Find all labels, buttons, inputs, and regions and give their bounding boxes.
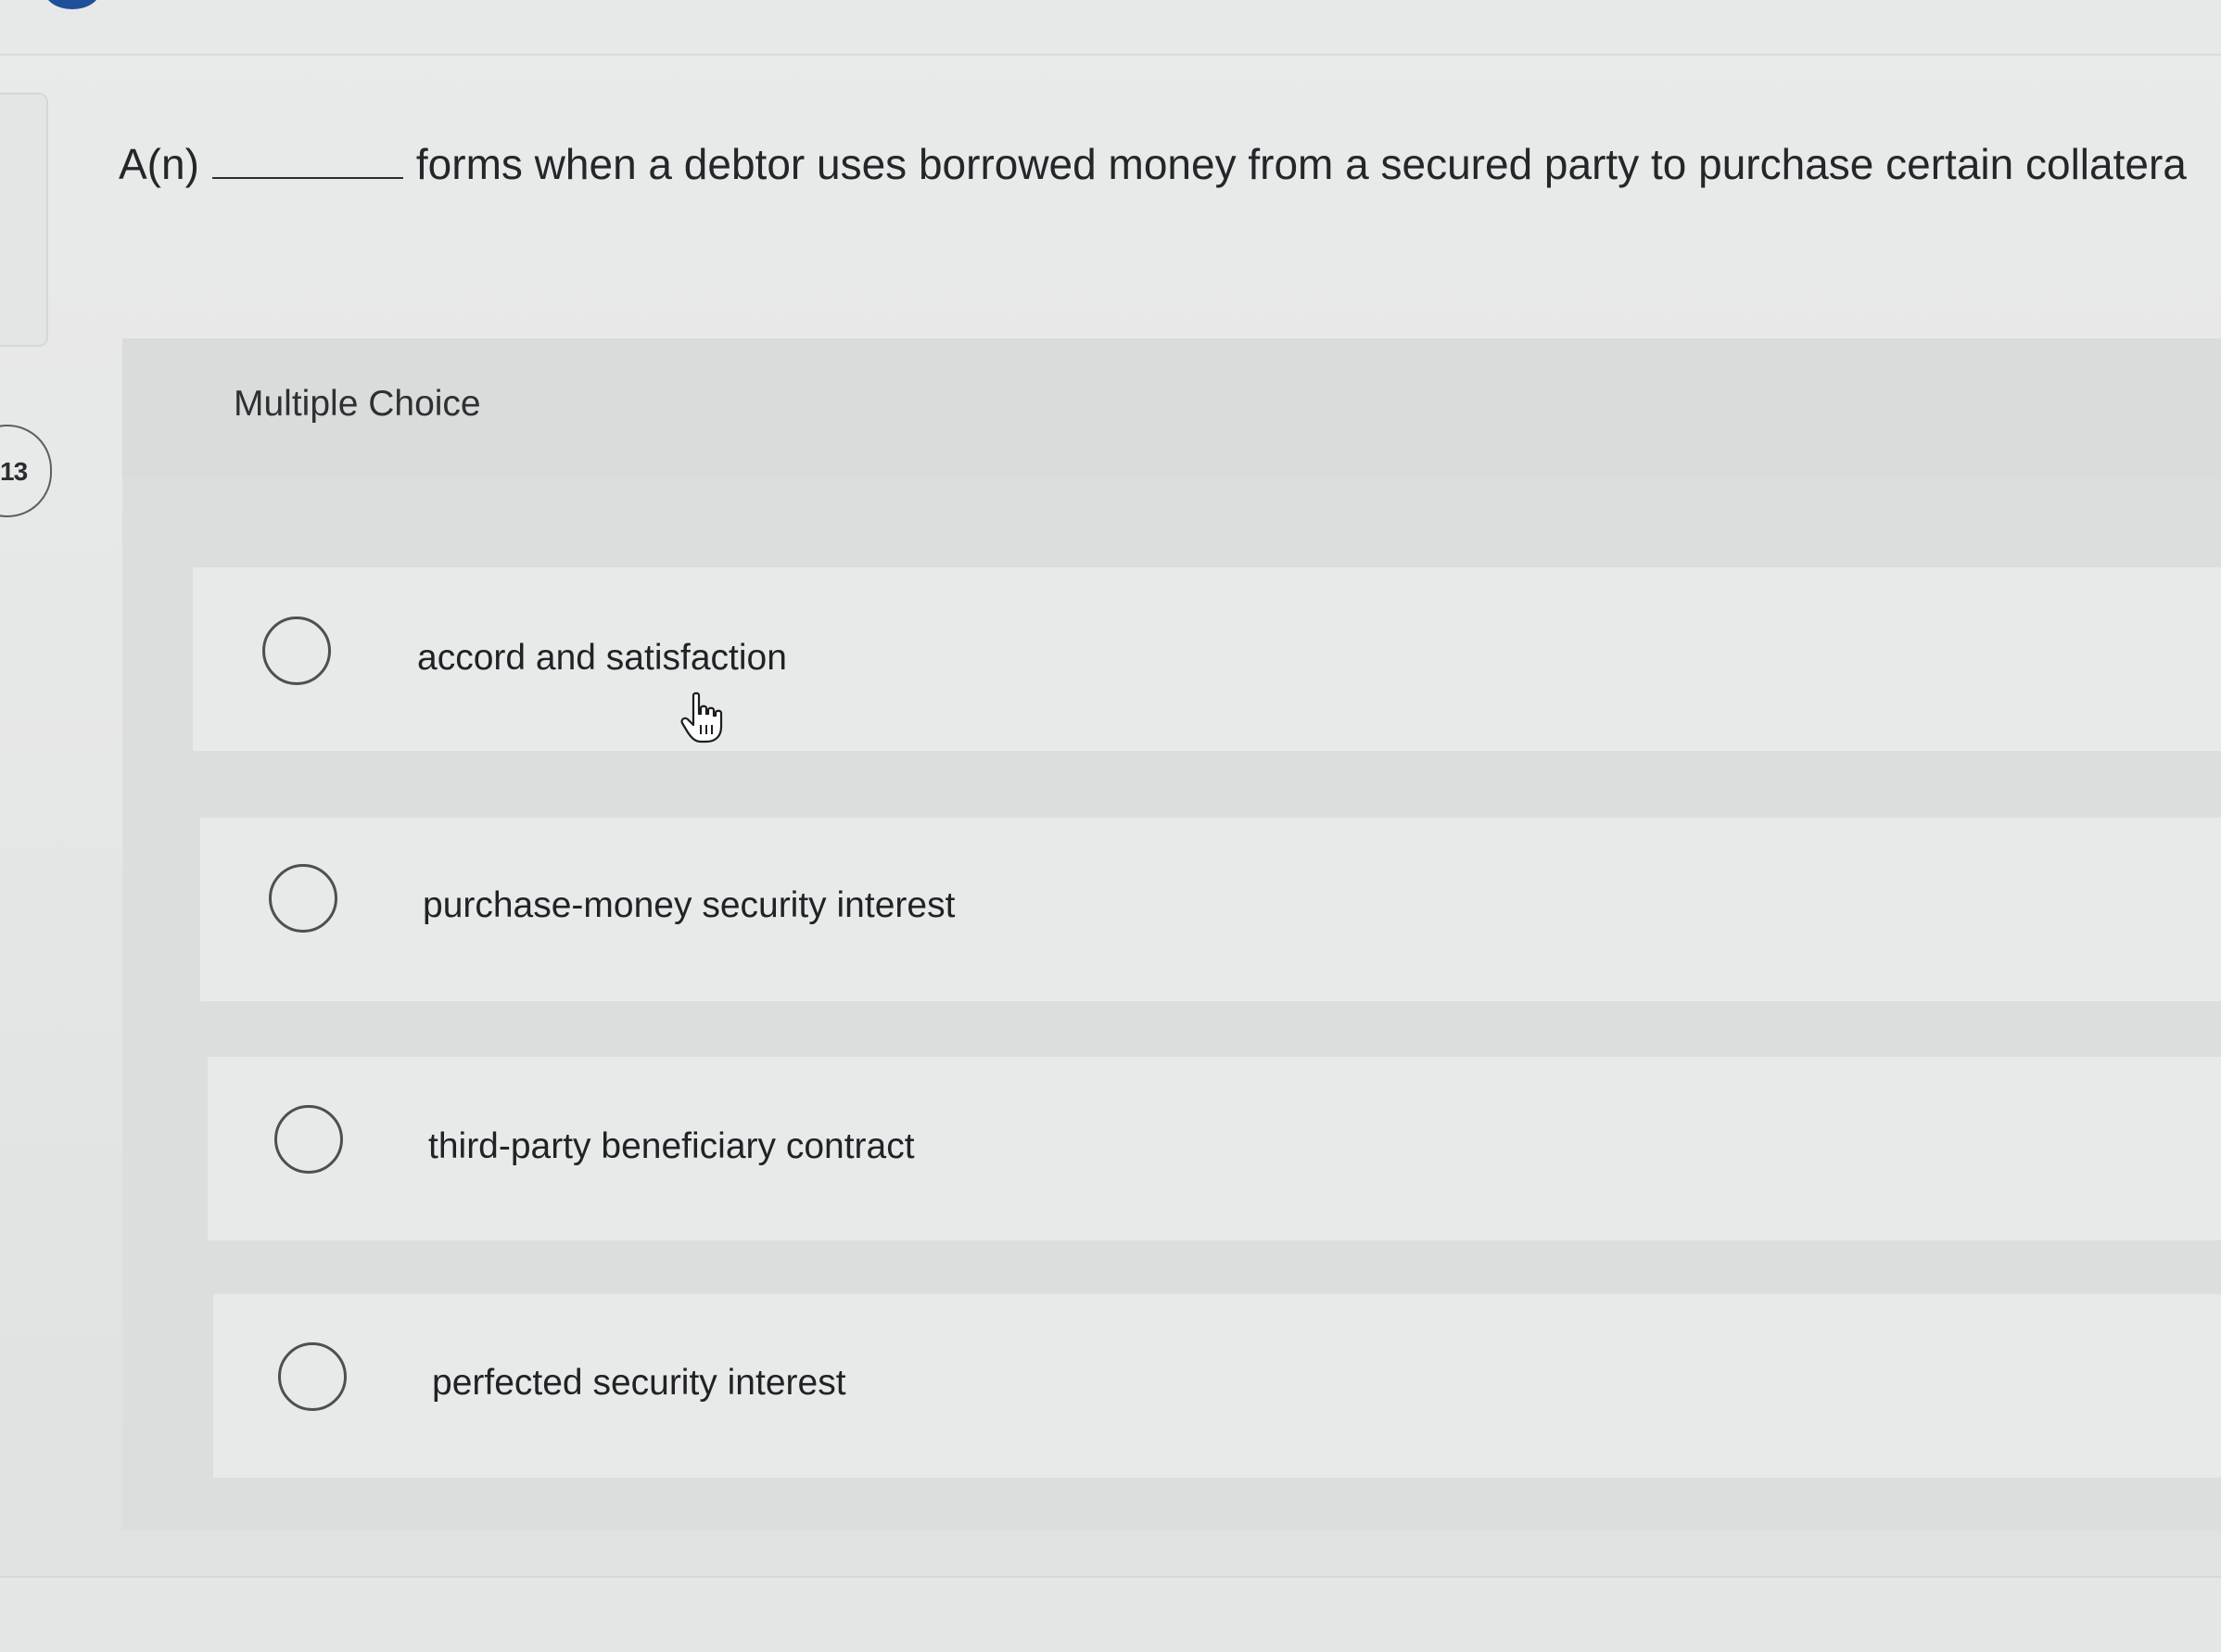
- bottom-bar: [0, 1576, 2221, 1652]
- question-prefix: A(n): [119, 140, 199, 188]
- choice-label-3[interactable]: third-party beneficiary contract: [428, 1126, 915, 1167]
- radio-button-3[interactable]: [274, 1105, 343, 1174]
- multiple-choice-label: Multiple Choice: [234, 384, 481, 424]
- page-background: 13 A(n) forms when a debtor uses borrowed…: [0, 0, 2221, 1652]
- choice-option-2[interactable]: purchase-money security interest: [200, 818, 2221, 1001]
- question-number: 13: [0, 457, 28, 486]
- choice-option-3[interactable]: third-party beneficiary contract: [208, 1057, 2221, 1240]
- left-side-panel: [0, 93, 48, 347]
- top-bar: [0, 0, 2221, 56]
- question-body: forms when a debtor uses borrowed money …: [415, 140, 2187, 188]
- question-prompt: A(n) forms when a debtor uses borrowed mo…: [119, 139, 2187, 189]
- answer-blank: [211, 177, 403, 179]
- choice-label-1[interactable]: accord and satisfaction: [417, 638, 787, 679]
- radio-button-4[interactable]: [278, 1342, 347, 1411]
- choice-option-4[interactable]: perfected security interest: [213, 1294, 2221, 1478]
- top-badge: [44, 0, 100, 9]
- hand-pointer-icon: [680, 692, 723, 743]
- radio-button-1[interactable]: [262, 616, 331, 685]
- radio-button-2[interactable]: [269, 864, 337, 933]
- choice-label-2[interactable]: purchase-money security interest: [423, 885, 955, 926]
- choice-label-4[interactable]: perfected security interest: [432, 1363, 846, 1404]
- choice-option-1[interactable]: accord and satisfaction: [193, 567, 2221, 751]
